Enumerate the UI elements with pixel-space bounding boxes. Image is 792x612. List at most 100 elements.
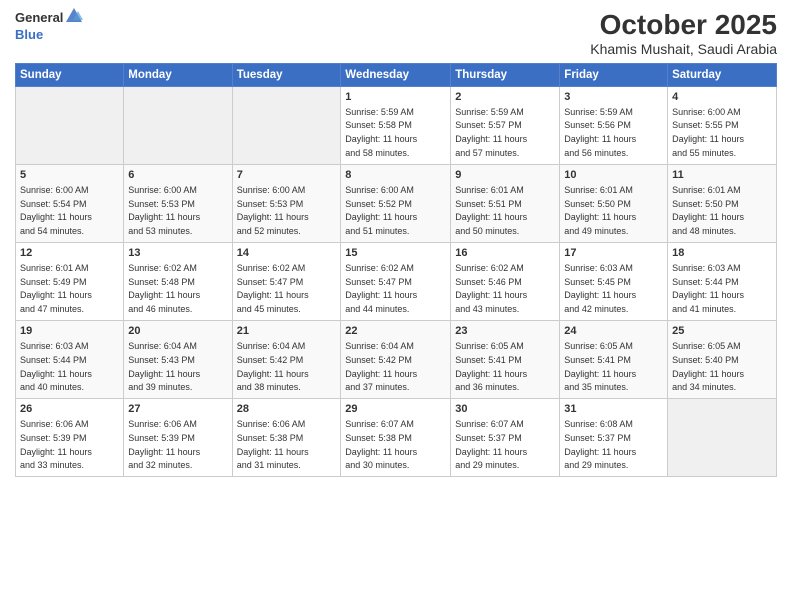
day-info: Sunrise: 6:03 AMSunset: 5:44 PMDaylight:…: [672, 263, 744, 314]
day-number: 1: [345, 90, 446, 105]
day-number: 20: [128, 324, 227, 339]
calendar-cell: 29 Sunrise: 6:07 AMSunset: 5:38 PMDayligh…: [341, 399, 451, 477]
day-info: Sunrise: 5:59 AMSunset: 5:58 PMDaylight:…: [345, 107, 417, 158]
page: General Blue October 2025 Khamis Mushait…: [0, 0, 792, 612]
day-info: Sunrise: 6:00 AMSunset: 5:53 PMDaylight:…: [237, 185, 309, 236]
header: General Blue October 2025 Khamis Mushait…: [15, 10, 777, 57]
day-number: 22: [345, 324, 446, 339]
day-number: 23: [455, 324, 555, 339]
day-number: 19: [20, 324, 119, 339]
day-number: 5: [20, 168, 119, 183]
day-number: 25: [672, 324, 772, 339]
day-number: 12: [20, 246, 119, 261]
calendar-cell: 2 Sunrise: 5:59 AMSunset: 5:57 PMDaylight…: [451, 86, 560, 164]
calendar-cell: 21 Sunrise: 6:04 AMSunset: 5:42 PMDayligh…: [232, 321, 341, 399]
day-info: Sunrise: 6:00 AMSunset: 5:55 PMDaylight:…: [672, 107, 744, 158]
day-info: Sunrise: 6:05 AMSunset: 5:40 PMDaylight:…: [672, 341, 744, 392]
day-number: 17: [564, 246, 663, 261]
day-info: Sunrise: 5:59 AMSunset: 5:57 PMDaylight:…: [455, 107, 527, 158]
col-header-saturday: Saturday: [668, 63, 777, 86]
calendar-cell: 31 Sunrise: 6:08 AMSunset: 5:37 PMDayligh…: [560, 399, 668, 477]
calendar-cell: 15 Sunrise: 6:02 AMSunset: 5:47 PMDayligh…: [341, 242, 451, 320]
day-number: 24: [564, 324, 663, 339]
calendar-cell: 11 Sunrise: 6:01 AMSunset: 5:50 PMDayligh…: [668, 164, 777, 242]
calendar-cell: 26Sunrise: 6:06 AMSunset: 5:39 PMDayligh…: [16, 399, 124, 477]
calendar-cell: 16Sunrise: 6:02 AMSunset: 5:46 PMDayligh…: [451, 242, 560, 320]
day-info: Sunrise: 6:05 AMSunset: 5:41 PMDaylight:…: [564, 341, 636, 392]
calendar-cell: 13 Sunrise: 6:02 AMSunset: 5:48 PMDayligh…: [124, 242, 232, 320]
day-info: Sunrise: 6:00 AMSunset: 5:53 PMDaylight:…: [128, 185, 200, 236]
day-info: Sunrise: 6:04 AMSunset: 5:42 PMDaylight:…: [237, 341, 309, 392]
calendar-cell: [232, 86, 341, 164]
logo-text-blue: Blue: [15, 27, 43, 42]
calendar-cell: 1 Sunrise: 5:59 AMSunset: 5:58 PMDaylight…: [341, 86, 451, 164]
calendar-header-row: SundayMondayTuesdayWednesdayThursdayFrid…: [16, 63, 777, 86]
day-info: Sunrise: 6:07 AMSunset: 5:37 PMDaylight:…: [455, 419, 527, 470]
day-info: Sunrise: 6:04 AMSunset: 5:42 PMDaylight:…: [345, 341, 417, 392]
calendar-cell: [16, 86, 124, 164]
col-header-thursday: Thursday: [451, 63, 560, 86]
col-header-sunday: Sunday: [16, 63, 124, 86]
day-number: 26: [20, 402, 119, 417]
col-header-friday: Friday: [560, 63, 668, 86]
month-title: October 2025: [590, 10, 777, 41]
calendar-week-row-1: 1 Sunrise: 5:59 AMSunset: 5:58 PMDaylight…: [16, 86, 777, 164]
day-number: 21: [237, 324, 337, 339]
day-info: Sunrise: 6:06 AMSunset: 5:39 PMDaylight:…: [128, 419, 200, 470]
day-number: 2: [455, 90, 555, 105]
calendar-week-row-4: 19 Sunrise: 6:03 AMSunset: 5:44 PMDayligh…: [16, 321, 777, 399]
col-header-wednesday: Wednesday: [341, 63, 451, 86]
day-number: 11: [672, 168, 772, 183]
logo: General Blue: [15, 10, 84, 44]
day-number: 27: [128, 402, 227, 417]
calendar-cell: 6 Sunrise: 6:00 AMSunset: 5:53 PMDaylight…: [124, 164, 232, 242]
calendar-cell: 7 Sunrise: 6:00 AMSunset: 5:53 PMDaylight…: [232, 164, 341, 242]
calendar-cell: [668, 399, 777, 477]
day-number: 8: [345, 168, 446, 183]
logo-icon: [64, 6, 84, 26]
day-number: 9: [455, 168, 555, 183]
day-info: Sunrise: 6:02 AMSunset: 5:47 PMDaylight:…: [237, 263, 309, 314]
day-number: 15: [345, 246, 446, 261]
calendar-cell: 27 Sunrise: 6:06 AMSunset: 5:39 PMDayligh…: [124, 399, 232, 477]
calendar-cell: 14 Sunrise: 6:02 AMSunset: 5:47 PMDayligh…: [232, 242, 341, 320]
calendar-cell: 20 Sunrise: 6:04 AMSunset: 5:43 PMDayligh…: [124, 321, 232, 399]
day-number: 31: [564, 402, 663, 417]
calendar-cell: 23 Sunrise: 6:05 AMSunset: 5:41 PMDayligh…: [451, 321, 560, 399]
day-info: Sunrise: 6:04 AMSunset: 5:43 PMDaylight:…: [128, 341, 200, 392]
day-number: 3: [564, 90, 663, 105]
col-header-tuesday: Tuesday: [232, 63, 341, 86]
day-number: 29: [345, 402, 446, 417]
day-number: 14: [237, 246, 337, 261]
day-info: Sunrise: 6:01 AMSunset: 5:50 PMDaylight:…: [672, 185, 744, 236]
day-info: Sunrise: 6:00 AMSunset: 5:52 PMDaylight:…: [345, 185, 417, 236]
calendar-week-row-3: 12Sunrise: 6:01 AMSunset: 5:49 PMDayligh…: [16, 242, 777, 320]
day-info: Sunrise: 6:03 AMSunset: 5:44 PMDaylight:…: [20, 341, 92, 392]
day-number: 4: [672, 90, 772, 105]
day-number: 7: [237, 168, 337, 183]
day-number: 6: [128, 168, 227, 183]
calendar-cell: 3 Sunrise: 5:59 AMSunset: 5:56 PMDaylight…: [560, 86, 668, 164]
day-info: Sunrise: 6:02 AMSunset: 5:47 PMDaylight:…: [345, 263, 417, 314]
title-block: October 2025 Khamis Mushait, Saudi Arabi…: [590, 10, 777, 57]
day-info: Sunrise: 6:08 AMSunset: 5:37 PMDaylight:…: [564, 419, 636, 470]
calendar-cell: 22 Sunrise: 6:04 AMSunset: 5:42 PMDayligh…: [341, 321, 451, 399]
calendar-week-row-5: 26 Sunrise: 6:06 AMSunset: 5:39 PMDayligh…: [16, 399, 777, 477]
day-info: Sunrise: 6:07 AMSunset: 5:38 PMDaylight:…: [345, 419, 417, 470]
day-number: 18: [672, 246, 772, 261]
col-header-monday: Monday: [124, 63, 232, 86]
day-info: Sunrise: 6:05 AMSunset: 5:41 PMDaylight:…: [455, 341, 527, 392]
day-number: 30: [455, 402, 555, 417]
calendar-cell: 8 Sunrise: 6:00 AMSunset: 5:52 PMDaylight…: [341, 164, 451, 242]
calendar-cell: 28Sunrise: 6:06 AMSunset: 5:38 PMDayligh…: [232, 399, 341, 477]
day-info: Sunrise: 6:01 AMSunset: 5:50 PMDaylight:…: [564, 185, 636, 236]
day-info: Sunrise: 6:01 AMSunset: 5:51 PMDaylight:…: [455, 185, 527, 236]
day-number: 10: [564, 168, 663, 183]
day-number: 13: [128, 246, 227, 261]
day-info: Sunrise: 6:02 AMSunset: 5:48 PMDaylight:…: [128, 263, 200, 314]
day-info: Sunrise: 5:59 AMSunset: 5:56 PMDaylight:…: [564, 107, 636, 158]
calendar-table: SundayMondayTuesdayWednesdayThursdayFrid…: [15, 63, 777, 477]
calendar-cell: 12Sunrise: 6:01 AMSunset: 5:49 PMDayligh…: [16, 242, 124, 320]
calendar-cell: 4 Sunrise: 6:00 AMSunset: 5:55 PMDaylight…: [668, 86, 777, 164]
calendar-cell: 19 Sunrise: 6:03 AMSunset: 5:44 PMDayligh…: [16, 321, 124, 399]
